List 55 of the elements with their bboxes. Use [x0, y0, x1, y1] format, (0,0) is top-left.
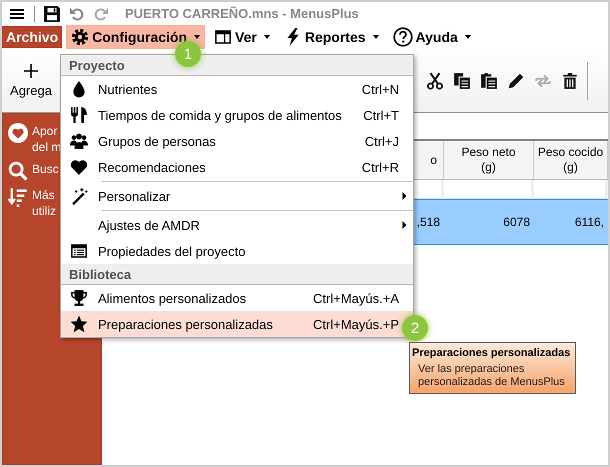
- paste-icon[interactable]: [480, 72, 498, 90]
- tooltip-title: Preparaciones personalizadas: [412, 346, 570, 360]
- menu-item[interactable]: Ayuda: [388, 25, 476, 49]
- table-cell: ,518: [416, 215, 440, 229]
- undo-icon[interactable]: [69, 6, 85, 22]
- caret-icon: [194, 35, 200, 39]
- menu-item[interactable]: Preparaciones personalizadas Ctrl+Mayús.+P: [61, 311, 413, 337]
- window-icon: [214, 28, 232, 46]
- search-icon: [8, 161, 28, 181]
- menu-item[interactable]: Recomendaciones Ctrl+R: [61, 154, 413, 180]
- submenu-arrow-icon: [402, 221, 407, 229]
- trash-icon[interactable]: [561, 72, 579, 90]
- menu-item[interactable]: Archivo: [2, 26, 62, 48]
- add-button[interactable]: Agrega: [2, 50, 60, 110]
- gear-icon: [71, 28, 90, 46]
- fork-knife-icon: [70, 106, 88, 124]
- table-cell: 6078: [503, 215, 530, 229]
- step-badge: 2: [402, 315, 428, 341]
- magic-wand-icon: [70, 187, 88, 205]
- menu-item[interactable]: Nutrientes Ctrl+N: [61, 76, 413, 102]
- sidebar-item[interactable]: utiliz: [32, 203, 56, 219]
- column-header[interactable]: Peso cocido (g): [534, 141, 608, 180]
- menu-item[interactable]: Tiempos de comida y grupos de alimentos Ctrl+T: [61, 102, 413, 128]
- sort-icon: [8, 187, 28, 207]
- scissors-icon[interactable]: [426, 72, 444, 90]
- menu-section-header: Biblioteca: [61, 264, 413, 285]
- sidebar-item[interactable]: Apor: [32, 123, 62, 139]
- submenu-arrow-icon: [402, 192, 407, 200]
- save-icon: [43, 4, 61, 22]
- menu-item[interactable]: Ver: [209, 25, 275, 49]
- menu-item[interactable]: Configuración: [66, 25, 206, 49]
- menu-item[interactable]: Propiedades del proyecto: [61, 238, 413, 264]
- pencil-icon[interactable]: [507, 72, 525, 90]
- table-cell: 6116,: [574, 215, 604, 229]
- menu-item[interactable]: Alimentos personalizados Ctrl+Mayús.+A: [61, 285, 413, 311]
- caret-icon: [464, 35, 471, 39]
- tooltip-text: Ver las preparaciones personalizadas de MenusPlus: [418, 363, 566, 389]
- menu-item[interactable]: Grupos de personas Ctrl+J: [61, 128, 413, 154]
- trophy-icon: [70, 289, 88, 307]
- help-icon: [392, 27, 413, 47]
- column-header[interactable]: Peso neto (g): [444, 141, 534, 180]
- menu-item[interactable]: Reportes: [278, 25, 384, 49]
- menu-item[interactable]: Personalizar: [61, 180, 413, 209]
- caret-icon: [264, 35, 270, 39]
- star-icon: [70, 315, 88, 333]
- sidebar-item[interactable]: Busc: [32, 161, 59, 177]
- sidebar-item[interactable]: Más: [32, 187, 56, 203]
- plus-icon: [23, 63, 39, 79]
- menu-item[interactable]: Ajustes de AMDR: [61, 209, 413, 238]
- people-icon: [70, 132, 88, 150]
- window-title: PUERTO CARREÑO.mns - MenusPlus: [125, 6, 359, 21]
- heart-icon: [70, 158, 88, 176]
- copy-icon[interactable]: [453, 72, 471, 90]
- caret-icon: [372, 35, 379, 39]
- list-card-icon: [70, 242, 88, 260]
